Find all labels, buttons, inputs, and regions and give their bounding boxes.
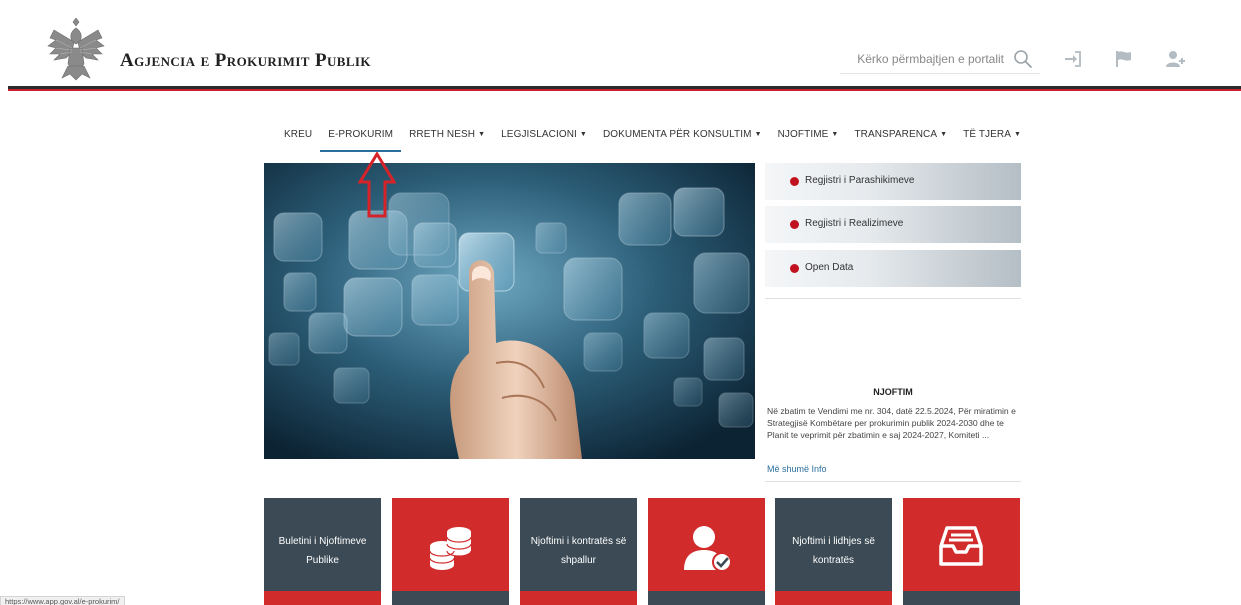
caret-down-icon: ▼ [478, 131, 486, 138]
caret-down-icon: ▼ [940, 131, 948, 138]
coins-icon [429, 527, 472, 570]
notice-more-link[interactable]: Më shumë Info [767, 464, 827, 474]
search-box[interactable] [840, 44, 1040, 74]
side-link-open-data[interactable]: Open Data [765, 250, 1021, 287]
tile-strip [648, 591, 765, 605]
sign-in-icon[interactable] [1063, 49, 1083, 69]
nav-item-legjislacioni[interactable]: LEGJISLACIONI ▼ [493, 122, 595, 150]
tile-coins[interactable] [392, 498, 509, 605]
side-link-regjistri-realizimeve[interactable]: Regjistri i Realizimeve [765, 206, 1021, 243]
notice-divider [765, 481, 1021, 482]
nav-item-njoftime[interactable]: NJOFTIME ▼ [770, 122, 847, 150]
nav-item-transparenca[interactable]: TRANSPARENCA ▼ [846, 122, 955, 150]
side-link-label: Regjistri i Realizimeve [805, 218, 904, 229]
tile-strip [775, 591, 892, 605]
bullet-dot-icon [790, 264, 799, 273]
nav-item-label: E-PROKURIM [328, 129, 394, 140]
nav-item-label: DOKUMENTA PËR KONSULTIM [602, 129, 752, 140]
nav-item-label: NJOFTIME [777, 129, 829, 140]
tile-njoftimi-kontrates-shpallur[interactable]: Njoftimi i kontratës së shpallur [520, 498, 637, 605]
search-icon[interactable] [1013, 49, 1033, 69]
tile-strip [264, 591, 381, 605]
caret-down-icon: ▼ [754, 131, 762, 138]
notice-text: Në zbatim te Vendimi me nr. 304, datë 22… [767, 406, 1016, 440]
side-divider [765, 298, 1021, 299]
side-link-label: Open Data [805, 262, 854, 273]
nav-item-label: TË TJERA [963, 129, 1012, 140]
search-input[interactable] [844, 50, 1004, 68]
nav-item-të-tjera[interactable]: TË TJERA ▼ [955, 122, 1029, 150]
tile-strip [392, 591, 509, 605]
tile-buletini-njoftimeve[interactable]: Buletini i Njoftimeve Publike [264, 498, 381, 605]
nav-item-kreu[interactable]: KREU [276, 122, 320, 150]
tile-njoftimi-lidhjes-kontrates[interactable]: Njoftimi i lidhjes së kontratës [775, 498, 892, 605]
nav-item-label: TRANSPARENCA [854, 129, 938, 140]
site-header: Agjencia e Prokurimit Publik [0, 0, 1241, 92]
hero-touch-illustration [264, 163, 755, 459]
status-bar-url: https://www.app.gov.al/e-prokurim/ [0, 596, 125, 605]
header-divider-accent [8, 89, 1241, 91]
tile-strip [520, 591, 637, 605]
nav-item-e-prokurim[interactable]: E-PROKURIM [320, 122, 402, 152]
caret-down-icon: ▼ [1014, 131, 1022, 138]
notice-title: NJOFTIM [873, 387, 913, 397]
caret-down-icon: ▼ [579, 131, 587, 138]
nav-item-label: RRETH NESH [409, 129, 476, 140]
tile-label: Njoftimi i lidhjes së kontratës [792, 536, 875, 566]
tile-label: Buletini i Njoftimeve Publike [278, 536, 367, 566]
nav-item-dokumenta-për-konsultim[interactable]: DOKUMENTA PËR KONSULTIM ▼ [595, 122, 770, 150]
side-link-regjistri-parashikimeve[interactable]: Regjistri i Parashikimeve [765, 163, 1021, 200]
user-check-icon [684, 526, 732, 572]
nav-item-label: KREU [284, 129, 313, 140]
inbox-tray-icon [939, 526, 983, 566]
flag-icon[interactable] [1114, 49, 1134, 69]
albanian-eagle-logo[interactable] [46, 18, 106, 82]
site-title[interactable]: Agjencia e Prokurimit Publik [120, 50, 371, 72]
tile-user-check[interactable] [648, 498, 765, 605]
nav-item-rreth-nesh[interactable]: RRETH NESH ▼ [401, 122, 493, 150]
side-link-label: Regjistri i Parashikimeve [805, 175, 915, 186]
caret-down-icon: ▼ [831, 131, 839, 138]
bullet-dot-icon [790, 177, 799, 186]
tile-strip [903, 591, 1020, 605]
bullet-dot-icon [790, 220, 799, 229]
main-nav: KREU E-PROKURIM RRETH NESH ▼ LEGJISLACIONI ▼ D… [276, 122, 1029, 152]
nav-item-label: LEGJISLACIONI [501, 129, 577, 140]
tile-inbox[interactable] [903, 498, 1020, 605]
hero-image [264, 163, 755, 459]
tile-label: Njoftimi i kontratës së shpallur [530, 536, 627, 566]
annotation-up-arrow [358, 152, 396, 218]
add-user-icon[interactable] [1166, 49, 1186, 69]
